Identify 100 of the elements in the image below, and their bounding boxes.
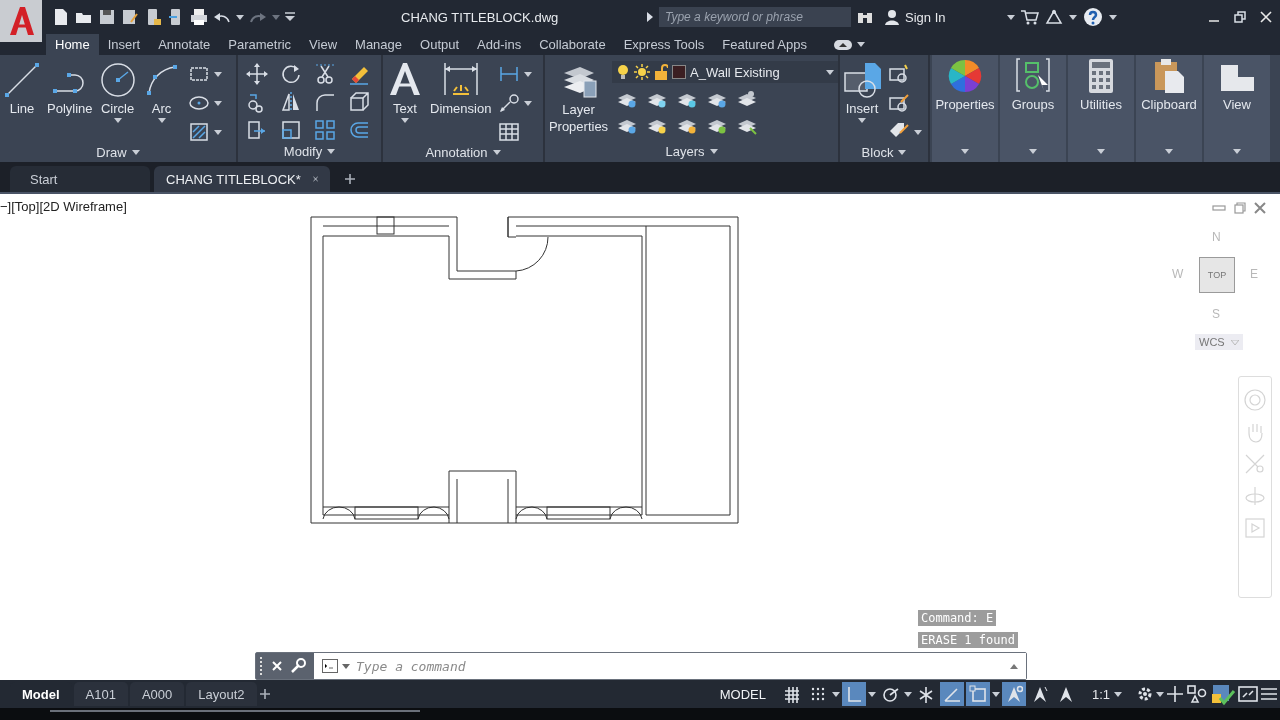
offset-icon[interactable] <box>348 119 370 141</box>
ribbon-tool-button[interactable]: Clipboard <box>1136 55 1202 162</box>
ribbon-tool-button[interactable]: Properties <box>932 55 998 162</box>
hatch-icon[interactable] <box>187 121 210 143</box>
ribbon-tab[interactable]: Output <box>411 34 469 55</box>
array-icon[interactable] <box>314 119 336 141</box>
stretch-icon[interactable] <box>246 119 268 141</box>
ribbon-tab[interactable]: Add-ins <box>468 34 531 55</box>
caret-icon[interactable] <box>342 663 350 669</box>
caret-icon[interactable] <box>131 150 140 155</box>
scissors-icon[interactable] <box>314 63 336 85</box>
ribbon-tool-button[interactable]: Groups <box>1000 55 1066 162</box>
ribbon-tool-button[interactable]: Layer Properties <box>545 59 612 137</box>
ribbon-tab[interactable]: View <box>300 34 347 55</box>
print-icon[interactable] <box>190 8 208 26</box>
sign-in-button[interactable]: Sign In <box>885 9 1001 25</box>
caret-icon[interactable] <box>1114 691 1122 697</box>
ribbon-tab[interactable]: Featured Apps <box>713 34 816 55</box>
move-icon[interactable] <box>246 63 268 85</box>
caret-icon[interactable] <box>1109 14 1117 20</box>
model-space-button[interactable]: MODEL <box>713 685 772 703</box>
ribbon-tab[interactable]: Home <box>46 34 99 55</box>
mirror-icon[interactable] <box>280 91 302 113</box>
caret-icon[interactable] <box>1007 14 1015 20</box>
new-tab-plus-icon[interactable] <box>344 173 356 185</box>
ribbon-tool-button[interactable]: Insert <box>840 59 884 125</box>
ribbon-tool-button[interactable]: Circle <box>95 59 140 125</box>
caret-icon[interactable] <box>1097 149 1105 154</box>
ribbon-tool-button[interactable]: Arc <box>139 59 184 125</box>
history-up-arrow-icon[interactable] <box>1010 663 1018 669</box>
crosshair-plus-icon[interactable] <box>1166 685 1184 703</box>
file-tab[interactable]: CHANG TITLEBLOCK* <box>154 166 330 192</box>
caret-icon[interactable] <box>113 118 122 123</box>
expand-arrow-icon[interactable] <box>647 12 653 22</box>
ribbon-tool-button[interactable]: Line <box>0 59 44 118</box>
caret-icon[interactable] <box>1156 691 1164 697</box>
layer-dropdown[interactable]: A_Wall Existing <box>612 61 838 83</box>
status-toggle-button[interactable] <box>965 682 990 706</box>
ribbon-tool-button[interactable]: Dimension <box>427 59 495 118</box>
ribbon-tool-button[interactable]: Text <box>383 59 427 125</box>
status-toggle-button[interactable] <box>841 682 866 706</box>
caret-icon[interactable] <box>856 42 865 47</box>
ribbon-tab[interactable]: Insert <box>98 34 150 55</box>
ribbon-tool-button[interactable]: View <box>1204 55 1270 162</box>
ucs-menu[interactable]: WCS <box>1195 334 1243 350</box>
caret-icon[interactable] <box>709 148 718 154</box>
caret-icon[interactable] <box>1069 14 1077 20</box>
menu-icon[interactable] <box>1260 687 1278 701</box>
close-icon[interactable] <box>1260 11 1272 23</box>
ribbon-tab[interactable]: Annotate <box>149 34 220 55</box>
caret-icon[interactable] <box>914 129 922 135</box>
ribbon-tool-button[interactable]: Utilities <box>1068 55 1134 162</box>
search-field[interactable]: Type a keyword or phrase <box>659 7 851 27</box>
ribbon-tool-button[interactable]: Polyline <box>44 59 96 118</box>
caret-icon[interactable] <box>213 100 222 106</box>
caret-icon[interactable] <box>401 118 409 123</box>
layer-isolate-icon[interactable] <box>736 89 758 109</box>
ribbon-tab[interactable]: Manage <box>346 34 412 55</box>
caret-icon[interactable] <box>991 691 1000 697</box>
viewcube-face[interactable]: TOP <box>1199 257 1235 293</box>
restore-icon[interactable] <box>1234 11 1246 23</box>
save-as-icon[interactable] <box>121 8 139 26</box>
scale-icon[interactable] <box>280 119 302 141</box>
caret-icon[interactable] <box>492 150 501 155</box>
workspace-check-icon[interactable] <box>1210 682 1236 706</box>
grip-handle-icon[interactable] <box>260 657 264 675</box>
layout-tab[interactable]: A000 <box>129 682 185 706</box>
command-prompt-icon[interactable] <box>322 659 338 673</box>
caret-icon[interactable] <box>1165 149 1173 154</box>
caret-icon[interactable] <box>826 69 834 75</box>
redo-icon[interactable] <box>249 10 267 24</box>
command-input-field[interactable]: Type a command <box>354 657 1006 675</box>
ribbon-tab[interactable]: Parametric <box>219 34 301 55</box>
status-toggle-button[interactable] <box>1001 682 1026 706</box>
leader-icon[interactable] <box>498 92 521 114</box>
viewport-controls-label[interactable]: −][Top][2D Wireframe] <box>0 199 127 214</box>
caret-icon[interactable] <box>858 118 866 123</box>
caret-icon[interactable] <box>1233 149 1241 154</box>
network-triangle-icon[interactable] <box>1045 9 1063 25</box>
caret-icon[interactable] <box>236 14 244 20</box>
horizontal-scrollbar[interactable] <box>50 710 420 712</box>
fullscreen-icon[interactable] <box>1238 686 1258 702</box>
caret-icon[interactable] <box>903 691 912 697</box>
edit-block-icon[interactable] <box>888 92 910 114</box>
annotation-scale-menu[interactable]: 1:1 <box>1085 685 1128 703</box>
app-menu-button[interactable] <box>0 0 42 42</box>
ribbon-toggle-icon[interactable] <box>833 39 852 50</box>
table-icon[interactable] <box>498 121 521 143</box>
save-icon[interactable] <box>98 8 116 26</box>
file-tab[interactable]: Start <box>10 166 150 192</box>
caret-icon[interactable] <box>1029 149 1037 154</box>
caret-icon[interactable] <box>524 100 533 106</box>
caret-icon[interactable] <box>961 149 969 154</box>
new-file-icon[interactable] <box>52 8 70 26</box>
box-icon[interactable] <box>348 91 370 113</box>
viewport-close-icon[interactable] <box>1254 202 1266 214</box>
caret-icon[interactable] <box>213 129 222 135</box>
help-icon[interactable] <box>1083 7 1103 27</box>
caret-icon[interactable] <box>867 691 876 697</box>
caret-icon[interactable] <box>213 71 222 77</box>
